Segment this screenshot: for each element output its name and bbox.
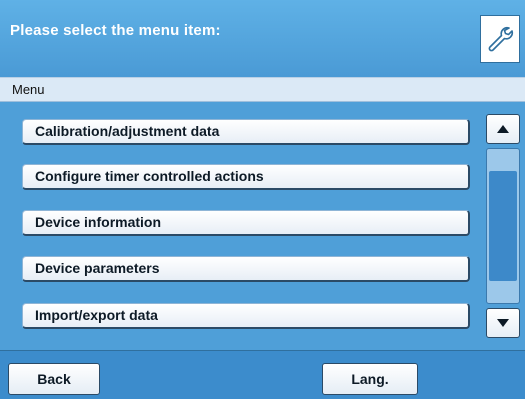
header-bar: Please select the menu item: [0,0,525,77]
wrench-icon [488,26,514,52]
language-button[interactable]: Lang. [322,363,418,395]
arrow-down-icon [497,319,509,327]
menu-item-device-information[interactable]: Device information [22,210,470,236]
arrow-up-icon [497,125,509,133]
tools-button[interactable] [480,15,520,63]
subheader-label: Menu [12,82,45,97]
page-title: Please select the menu item: [10,22,221,39]
menu-item-calibration[interactable]: Calibration/adjustment data [22,119,470,145]
scrollbar-thumb[interactable] [489,171,517,281]
scrollbar-track[interactable] [486,148,520,304]
back-button[interactable]: Back [8,363,100,395]
menu-subheader: Menu [0,77,525,102]
menu-item-import-export[interactable]: Import/export data [22,303,470,329]
scroll-up-button[interactable] [486,114,520,144]
menu-item-device-parameters[interactable]: Device parameters [22,256,470,282]
scroll-down-button[interactable] [486,308,520,338]
footer-bar: Back Lang. [0,350,525,399]
menu-item-timer-actions[interactable]: Configure timer controlled actions [22,164,470,190]
screen: Please select the menu item: Menu Calibr… [0,0,525,399]
